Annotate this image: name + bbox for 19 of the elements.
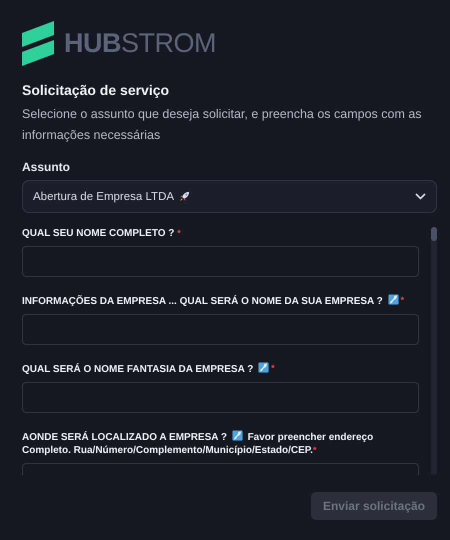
map-icon	[388, 294, 399, 305]
answer-field[interactable]	[22, 246, 419, 277]
map-icon	[232, 430, 243, 441]
question-label: QUAL SERÁ O NOME FANTASIA DA EMPRESA ? *	[22, 362, 276, 376]
scrollbar-thumb[interactable]	[431, 227, 437, 241]
field-label: Assunto	[22, 160, 71, 174]
question-label: QUAL SEU NOME COMPLETO ? *	[22, 227, 182, 240]
answer-field[interactable]	[22, 314, 419, 345]
rocket-icon	[179, 191, 190, 202]
logo-icon	[22, 20, 56, 66]
chevron-down-icon	[415, 193, 426, 200]
subject-select[interactable]: Abertura de Empresa LTDA	[22, 180, 437, 213]
logo-wordmark: HUBSTROM	[64, 28, 216, 58]
question-label: INFORMAÇÕES DA EMPRESA ... QUAL SERÁ O NOME DA SUA EMPRESA ? *	[22, 294, 406, 308]
page-heading: Solicitação de serviço	[22, 82, 170, 98]
map-icon	[258, 362, 270, 373]
question-label: AONDE SERÁ LOCALIZADO A EMPRESA ? Favor preencher endereço Completo. Rua/Número/Complemento/Município/Estado/CEP.*	[22, 430, 374, 457]
page-description: Selecione o assunto que deseja solicitar, e preencha os campos com as informações necessárias	[22, 106, 423, 144]
answer-field[interactable]	[22, 382, 419, 413]
